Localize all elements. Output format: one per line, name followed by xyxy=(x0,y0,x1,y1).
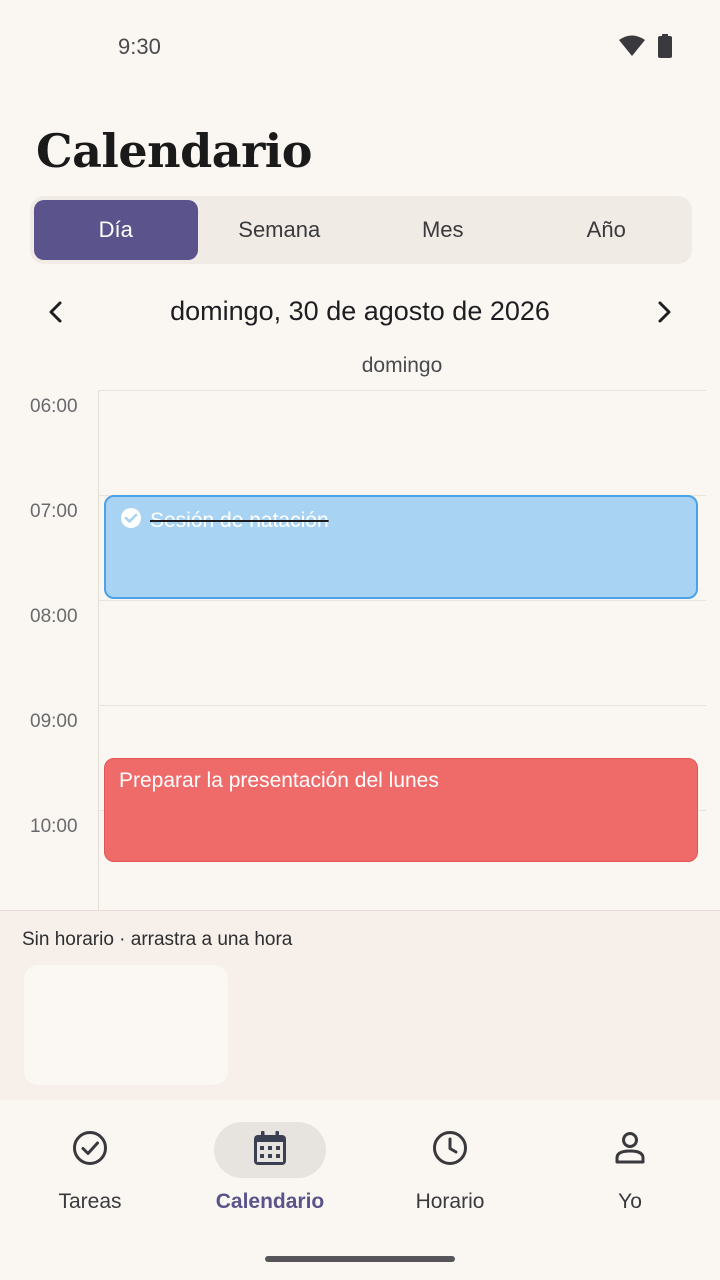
unscheduled-label: Sin horario · arrastra a una hora xyxy=(22,929,293,950)
nav-label: Yo xyxy=(618,1190,642,1213)
check-circle-icon xyxy=(120,507,142,535)
unscheduled-drop-slot[interactable] xyxy=(24,965,228,1085)
wifi-icon xyxy=(618,35,646,61)
nav-label: Tareas xyxy=(58,1190,122,1213)
hour-label: 08:00 xyxy=(30,606,78,627)
current-date: domingo, 30 de agosto de 2026 xyxy=(170,296,550,326)
calendar-icon xyxy=(253,1130,287,1170)
unscheduled-tray: Sin horario · arrastra a una hora xyxy=(0,910,720,1100)
date-navigation: domingo, 30 de agosto de 2026 xyxy=(0,286,720,342)
event-title: Preparar la presentación del lunes xyxy=(119,769,439,792)
status-time: 9:30 xyxy=(118,34,161,59)
day-timeline[interactable]: 06:00 07:00 08:00 09:00 10:00 Sesión de … xyxy=(0,390,720,910)
event-title: Sesión de natación xyxy=(150,509,329,532)
nav-profile[interactable]: Yo xyxy=(540,1122,720,1232)
nav-calendar[interactable]: Calendario xyxy=(180,1122,360,1232)
tab-month[interactable]: Mes xyxy=(361,200,525,260)
event-block[interactable]: Sesión de natación xyxy=(104,495,698,599)
hour-label: 10:00 xyxy=(30,816,78,837)
status-icons xyxy=(618,34,672,62)
time-axis-divider xyxy=(98,390,99,910)
nav-label: Horario xyxy=(415,1190,485,1213)
hour-gridline xyxy=(98,705,706,706)
tab-week[interactable]: Semana xyxy=(198,200,362,260)
tab-year[interactable]: Año xyxy=(525,200,689,260)
hour-gridline xyxy=(98,390,706,391)
view-switcher: Día Semana Mes Año xyxy=(30,196,692,264)
hour-label: 07:00 xyxy=(30,501,78,522)
nav-tasks[interactable]: Tareas xyxy=(0,1122,180,1232)
hour-gridline xyxy=(98,600,706,601)
tab-day[interactable]: Día xyxy=(34,200,198,260)
home-indicator xyxy=(265,1256,455,1262)
next-day-button[interactable] xyxy=(646,296,682,332)
bottom-navigation: Tareas Calendario Horario Yo xyxy=(0,1100,720,1280)
nav-schedule[interactable]: Horario xyxy=(360,1122,540,1232)
status-bar: 9:30 xyxy=(0,0,720,92)
day-column-header: domingo xyxy=(361,354,443,377)
hour-label: 06:00 xyxy=(30,396,78,417)
check-circle-icon xyxy=(72,1130,108,1170)
nav-label: Calendario xyxy=(215,1190,325,1213)
event-block[interactable]: Preparar la presentación del lunes xyxy=(104,758,698,862)
chevron-right-icon xyxy=(654,300,674,328)
person-icon xyxy=(614,1131,646,1169)
clock-icon xyxy=(432,1130,468,1170)
hour-label: 09:00 xyxy=(30,711,78,732)
battery-icon xyxy=(658,34,672,62)
page-title: Calendario xyxy=(36,124,312,178)
